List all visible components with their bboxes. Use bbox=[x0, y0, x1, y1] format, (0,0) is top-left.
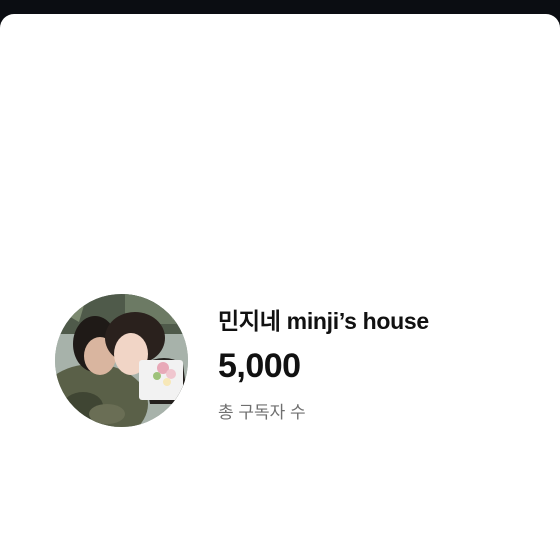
subscriber-label: 총 구독자 수 bbox=[218, 403, 306, 422]
avatar[interactable] bbox=[55, 294, 188, 427]
subscriber-count: 5,000 bbox=[218, 347, 301, 385]
channel-profile-card[interactable]: 민지네 minji’s house 5,000 총 구독자 수 bbox=[55, 294, 525, 434]
profile-photo-icon bbox=[55, 294, 188, 427]
channel-name[interactable]: 민지네 minji’s house bbox=[218, 302, 429, 336]
top-status-strip bbox=[0, 0, 560, 14]
profile-sheet bbox=[0, 14, 560, 560]
